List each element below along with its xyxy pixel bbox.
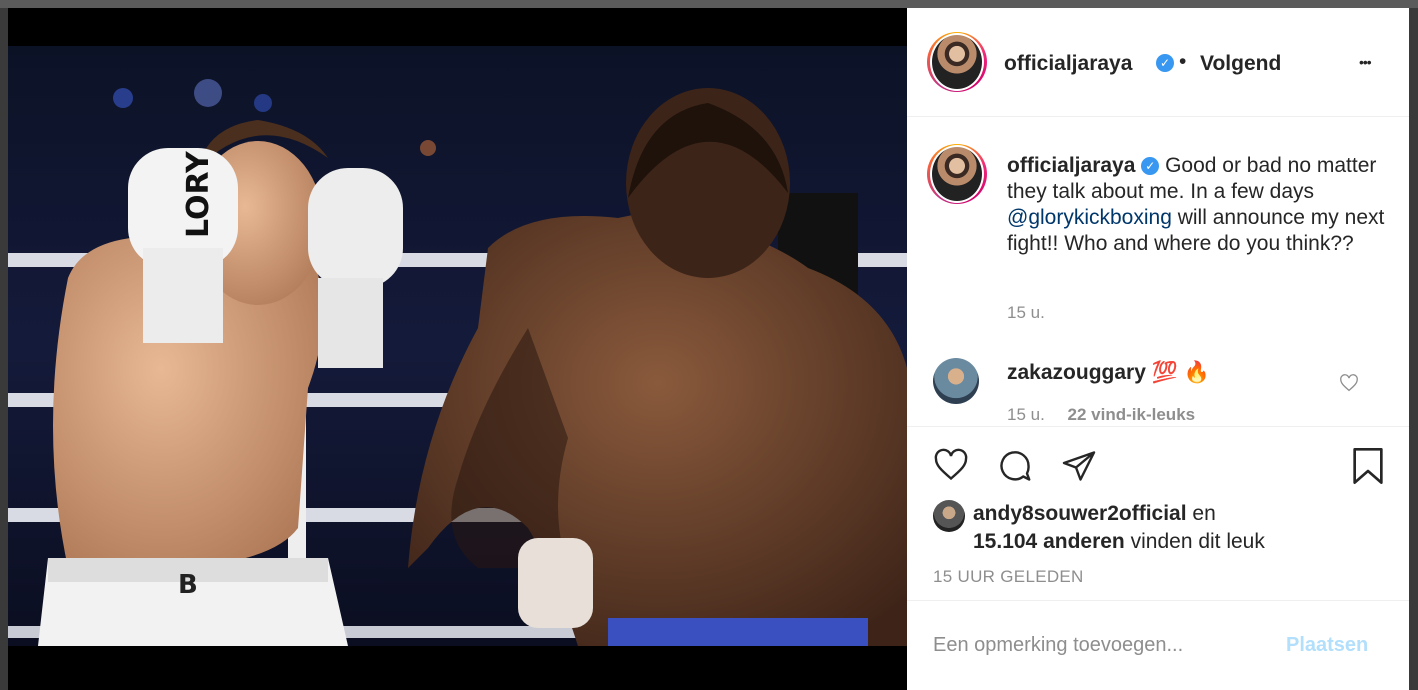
share-paper-plane-icon[interactable] [1061, 448, 1097, 484]
comment-bubble-icon[interactable] [997, 448, 1033, 484]
verified-badge-icon: ✓ [1156, 54, 1174, 72]
commenter-avatar[interactable] [933, 358, 979, 404]
caption-author-username[interactable]: officialjaraya [1007, 154, 1135, 177]
post-caption: officialjaraya ✓ Good or bad no matter t… [1007, 153, 1387, 257]
author-avatar[interactable] [927, 32, 987, 92]
liker-username[interactable]: andy8souwer2official [973, 502, 1187, 525]
caption-verified-icon: ✓ [1141, 157, 1160, 176]
comment: zakazouggary 💯 🔥 [1007, 361, 1210, 385]
likes-suffix: vinden dit leuk [1130, 530, 1265, 553]
author-username[interactable]: officialjaraya [1004, 52, 1132, 76]
liker-avatar[interactable] [933, 500, 965, 532]
add-comment-input[interactable]: Een opmerking toevoegen... [933, 634, 1183, 657]
post-timestamp[interactable]: 15 UUR GELEDEN [933, 567, 1084, 587]
comment-box-divider [907, 600, 1409, 601]
post-sidebar: officialjaraya ✓ • Volgend ••• officialj… [907, 8, 1409, 690]
caption-mention-link[interactable]: @glorykickboxing [1007, 206, 1172, 229]
caption-author-avatar[interactable] [927, 144, 987, 204]
boxing-photo: B LORY [8, 8, 907, 690]
emoji-100: 💯 [1151, 361, 1178, 384]
save-bookmark-icon[interactable] [1351, 446, 1385, 486]
glove-brand-text: LORY [181, 150, 216, 238]
actions-divider [907, 426, 1409, 427]
caption-time[interactable]: 15 u. [1007, 303, 1045, 323]
commenter-username[interactable]: zakazouggary [1007, 361, 1146, 384]
likes-and: en [1192, 502, 1216, 525]
likes-others-count[interactable]: 15.104 anderen [973, 530, 1125, 553]
emoji-fire: 🔥 [1183, 361, 1210, 384]
following-button[interactable]: Volgend [1200, 52, 1281, 76]
likes-summary: andy8souwer2official en 15.104 anderen v… [973, 500, 1393, 556]
comment-time[interactable]: 15 u. [1007, 405, 1045, 421]
more-options-icon[interactable]: ••• [1359, 54, 1372, 70]
comment-meta: 15 u. 22 vind-ik-leuks [1007, 405, 1195, 421]
post-header: officialjaraya ✓ • Volgend ••• [907, 8, 1409, 117]
comment-like-heart-icon[interactable] [1339, 374, 1359, 392]
comment-likes[interactable]: 22 vind-ik-leuks [1068, 405, 1196, 421]
like-heart-icon[interactable] [933, 448, 969, 482]
header-dot: • [1179, 50, 1187, 73]
post-comment-button[interactable]: Plaatsen [1286, 634, 1368, 657]
shorts-logo: B [178, 570, 198, 600]
post-photo[interactable]: B LORY [8, 8, 907, 690]
